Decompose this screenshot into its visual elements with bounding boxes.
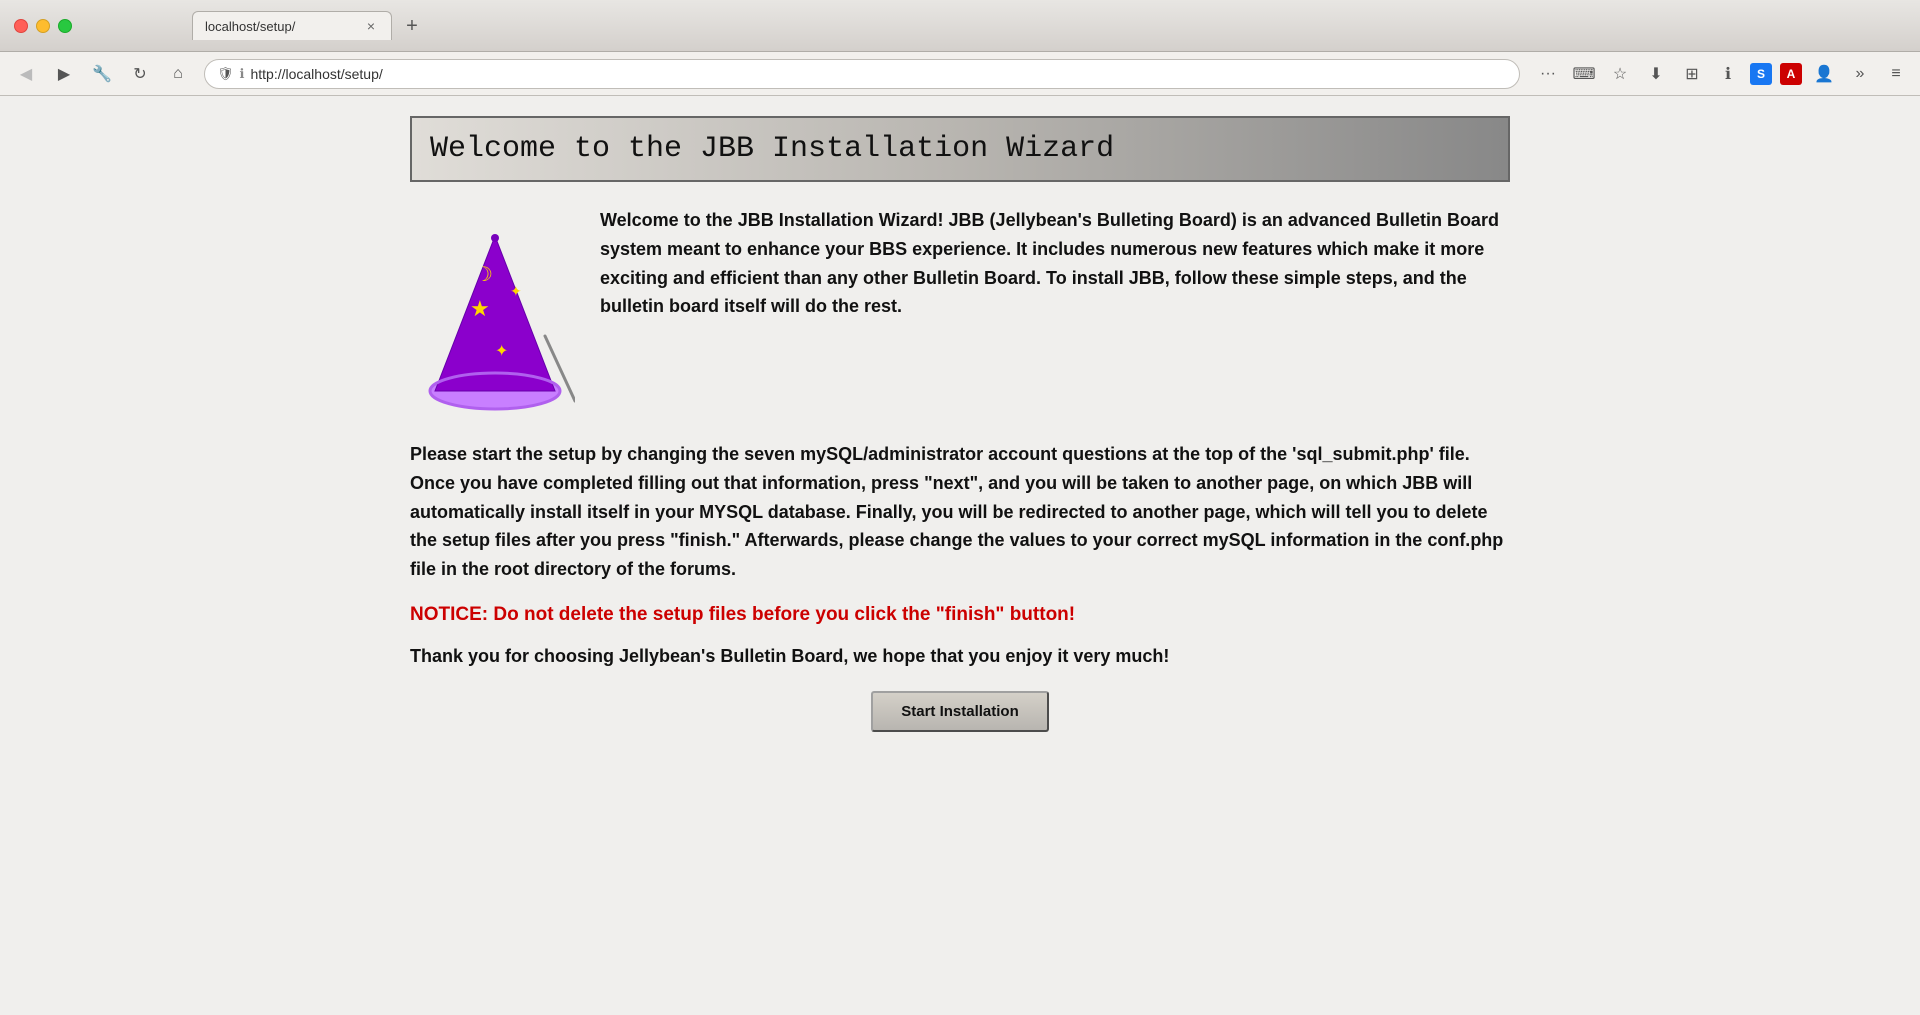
chevron-right-icon: » [1856, 65, 1865, 83]
page-title: Welcome to the JBB Installation Wizard [430, 132, 1490, 166]
skype-extension-icon[interactable]: S [1750, 63, 1772, 85]
refresh-icon: ↻ [133, 64, 146, 84]
wizard-hat-svg: ★ ✦ ✦ ☽ [415, 216, 575, 416]
browser-tab[interactable]: localhost/setup/ × [192, 11, 392, 40]
wizard-hat-image: ★ ✦ ✦ ☽ [410, 206, 580, 416]
keyboard-icon: ⌨ [1572, 64, 1595, 84]
tab-close-button[interactable]: × [363, 18, 379, 34]
tab-bar: localhost/setup/ × + [122, 11, 496, 40]
info-icon: ℹ [240, 66, 245, 82]
svg-text:★: ★ [470, 296, 490, 321]
extensions-icon: ⊞ [1685, 64, 1698, 84]
content-area: Welcome to the JBB Installation Wizard ★ [0, 96, 1920, 1015]
close-window-button[interactable] [14, 19, 28, 33]
back-icon: ◀ [20, 64, 32, 84]
new-tab-button[interactable]: + [398, 12, 426, 40]
notice-text: NOTICE: Do not delete the setup files be… [410, 604, 1510, 626]
maximize-window-button[interactable] [58, 19, 72, 33]
menu-button[interactable]: ≡ [1882, 60, 1910, 88]
title-bar: localhost/setup/ × + [0, 0, 1920, 52]
traffic-lights [14, 19, 72, 33]
start-installation-button[interactable]: Start Installation [871, 691, 1049, 732]
button-container: Start Installation [410, 691, 1510, 732]
refresh-button[interactable]: ↻ [124, 58, 156, 90]
forward-icon: ▶ [58, 64, 70, 84]
tab-title: localhost/setup/ [205, 19, 355, 34]
hamburger-icon: ≡ [1891, 65, 1900, 83]
minimize-window-button[interactable] [36, 19, 50, 33]
acrobat-extension-icon[interactable]: A [1780, 63, 1802, 85]
star-icon: ☆ [1613, 64, 1627, 84]
welcome-header: Welcome to the JBB Installation Wizard [410, 116, 1510, 182]
more-button[interactable]: ··· [1534, 60, 1562, 88]
wrench-icon: 🔧 [92, 64, 112, 84]
svg-text:✦: ✦ [510, 283, 522, 299]
browser-window: localhost/setup/ × + ◀ ▶ 🔧 ↻ ⌂ 🛡 ℹ http:… [0, 0, 1920, 1015]
home-button[interactable]: ⌂ [162, 58, 194, 90]
help-button[interactable]: ℹ [1714, 60, 1742, 88]
download-button[interactable]: ⬇ [1642, 60, 1670, 88]
overflow-button[interactable]: » [1846, 60, 1874, 88]
thank-you-text: Thank you for choosing Jellybean's Bulle… [410, 646, 1510, 667]
address-bar[interactable]: 🛡 ℹ http://localhost/setup/ [204, 59, 1520, 89]
shield-icon: 🛡 [217, 66, 234, 82]
profile-button[interactable]: 👤 [1810, 60, 1838, 88]
tools-button[interactable]: 🔧 [86, 58, 118, 90]
address-text: http://localhost/setup/ [250, 66, 1507, 82]
help-icon: ℹ [1725, 64, 1731, 84]
page-container: Welcome to the JBB Installation Wizard ★ [410, 96, 1510, 772]
intro-section: ★ ✦ ✦ ☽ Welcome to the JBB Installation … [410, 206, 1510, 416]
svg-text:☽: ☽ [475, 264, 493, 286]
more-icon: ··· [1540, 65, 1556, 83]
main-description: Please start the setup by changing the s… [410, 440, 1510, 584]
keyboard-button[interactable]: ⌨ [1570, 60, 1598, 88]
intro-text: Welcome to the JBB Installation Wizard! … [600, 206, 1510, 321]
extensions-button[interactable]: ⊞ [1678, 60, 1706, 88]
svg-text:✦: ✦ [495, 343, 508, 360]
home-icon: ⌂ [173, 65, 183, 83]
nav-right-icons: ··· ⌨ ☆ ⬇ ⊞ ℹ S A 👤 » [1534, 60, 1910, 88]
back-button[interactable]: ◀ [10, 58, 42, 90]
avatar-icon: 👤 [1814, 64, 1834, 84]
forward-button[interactable]: ▶ [48, 58, 80, 90]
download-icon: ⬇ [1649, 64, 1662, 84]
nav-bar: ◀ ▶ 🔧 ↻ ⌂ 🛡 ℹ http://localhost/setup/ ··… [0, 52, 1920, 96]
bookmark-button[interactable]: ☆ [1606, 60, 1634, 88]
